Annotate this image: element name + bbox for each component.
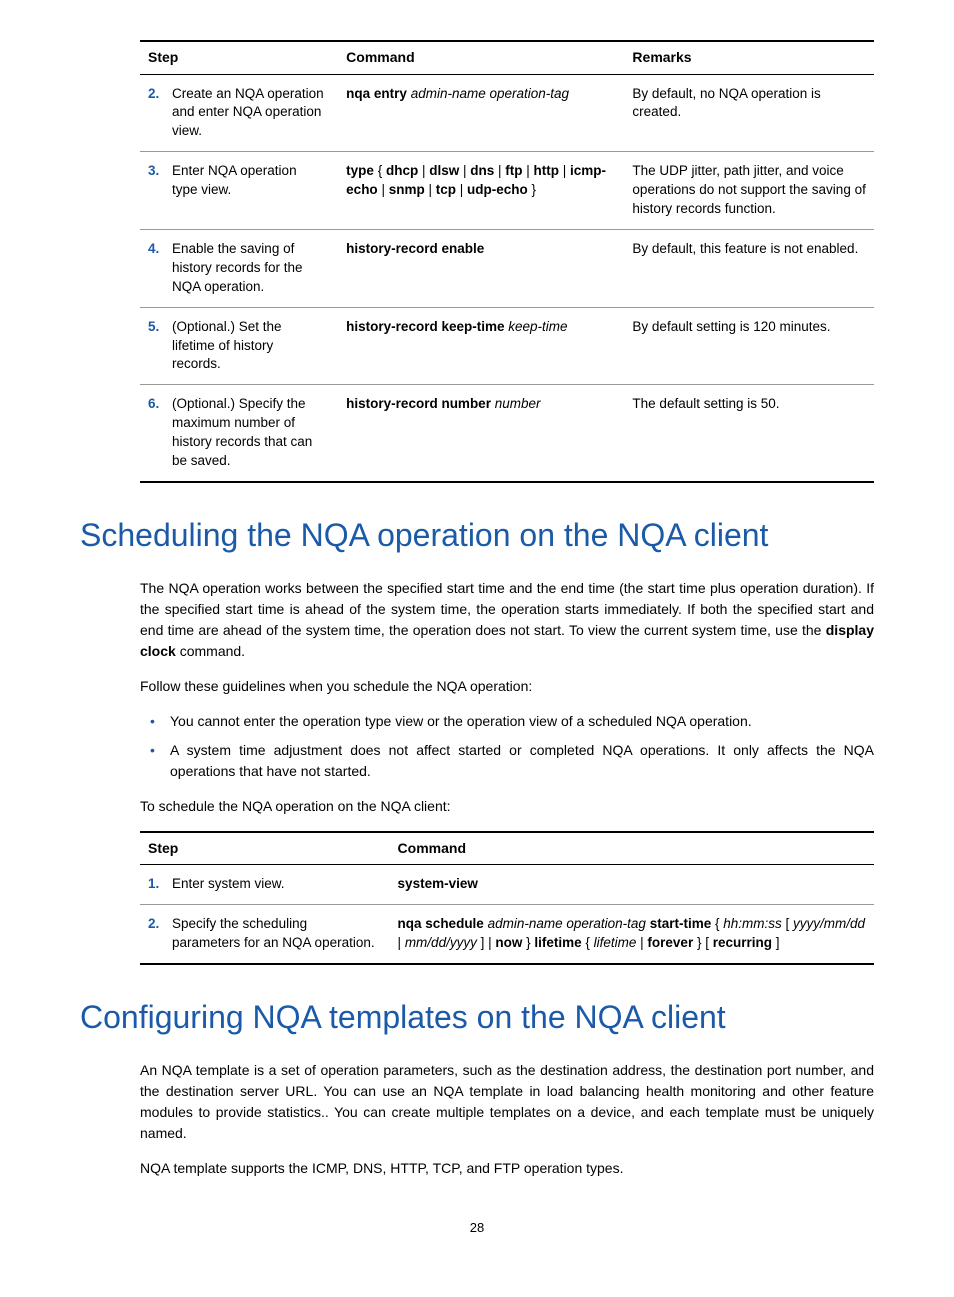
list-item: You cannot enter the operation type view…	[170, 711, 874, 732]
step-text: Enter system view.	[172, 875, 376, 894]
step-text: (Optional.) Set the lifetime of history …	[172, 318, 324, 375]
table-row: 2.Create an NQA operation and enter NQA …	[140, 74, 874, 152]
para-guidelines-intro: Follow these guidelines when you schedul…	[140, 676, 874, 697]
command-cell: nqa schedule admin-name operation-tag st…	[390, 905, 874, 964]
command-cell: system-view	[390, 865, 874, 905]
table-row: 5.(Optional.) Set the lifetime of histor…	[140, 307, 874, 385]
guidelines-list: You cannot enter the operation type view…	[140, 711, 874, 782]
step-text: Create an NQA operation and enter NQA op…	[172, 85, 324, 142]
table1-body: 2.Create an NQA operation and enter NQA …	[140, 74, 874, 482]
command-cell: history-record keep-time keep-time	[338, 307, 624, 385]
table2-body: 1.Enter system view.system-view2.Specify…	[140, 865, 874, 964]
step-number: 5.	[148, 318, 172, 337]
table-row: 4.Enable the saving of history records f…	[140, 229, 874, 307]
command-cell: history-record number number	[338, 385, 624, 482]
para-scheduling-intro: The NQA operation works between the spec…	[140, 578, 874, 662]
step-text: (Optional.) Specify the maximum number o…	[172, 395, 324, 471]
step-number: 2.	[148, 85, 172, 104]
step-number: 2.	[148, 915, 172, 934]
step-text: Enable the saving of history records for…	[172, 240, 324, 297]
remarks-cell: By default setting is 120 minutes.	[624, 307, 874, 385]
steps-table-2: Step Command 1.Enter system view. system-…	[140, 831, 874, 965]
table-row: 3.Enter NQA operation type view. type { d…	[140, 152, 874, 230]
command-cell: history-record enable	[338, 229, 624, 307]
th-step: Step	[140, 41, 338, 74]
page-number: 28	[80, 1219, 874, 1237]
th-command: Command	[338, 41, 624, 74]
steps-table-1: Step Command Remarks 2.Create an NQA ope…	[140, 40, 874, 483]
table-row: 2.Specify the scheduling parameters for …	[140, 905, 874, 964]
command-cell: nqa entry admin-name operation-tag	[338, 74, 624, 152]
para-templates-2: NQA template supports the ICMP, DNS, HTT…	[140, 1158, 874, 1179]
remarks-cell: By default, this feature is not enabled.	[624, 229, 874, 307]
step-text: Specify the scheduling parameters for an…	[172, 915, 376, 953]
th-remarks: Remarks	[624, 41, 874, 74]
heading-scheduling: Scheduling the NQA operation on the NQA …	[80, 513, 874, 558]
list-item: A system time adjustment does not affect…	[170, 740, 874, 782]
remarks-cell: The UDP jitter, path jitter, and voice o…	[624, 152, 874, 230]
step-number: 6.	[148, 395, 172, 414]
remarks-cell: By default, no NQA operation is created.	[624, 74, 874, 152]
table-row: 6.(Optional.) Specify the maximum number…	[140, 385, 874, 482]
remarks-cell: The default setting is 50.	[624, 385, 874, 482]
step-number: 4.	[148, 240, 172, 259]
th-step: Step	[140, 832, 390, 865]
step-number: 1.	[148, 875, 172, 894]
command-cell: type { dhcp | dlsw | dns | ftp | http | …	[338, 152, 624, 230]
step-number: 3.	[148, 162, 172, 181]
th-command: Command	[390, 832, 874, 865]
step-text: Enter NQA operation type view.	[172, 162, 324, 200]
para-schedule-lead: To schedule the NQA operation on the NQA…	[140, 796, 874, 817]
table-row: 1.Enter system view. system-view	[140, 865, 874, 905]
heading-templates: Configuring NQA templates on the NQA cli…	[80, 995, 874, 1040]
para-templates-1: An NQA template is a set of operation pa…	[140, 1060, 874, 1144]
